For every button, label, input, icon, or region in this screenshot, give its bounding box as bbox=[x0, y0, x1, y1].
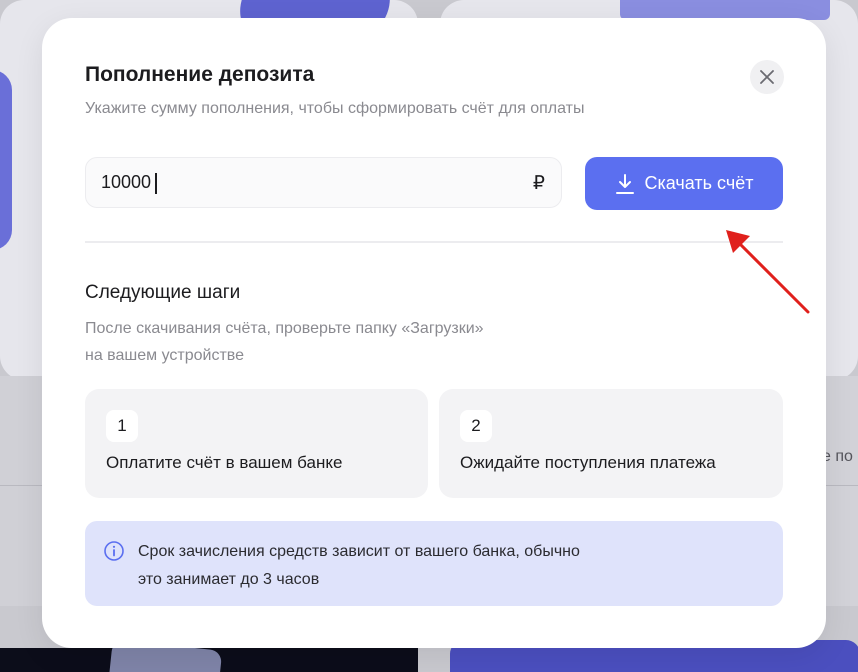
close-button[interactable] bbox=[750, 60, 784, 94]
step-number: 2 bbox=[460, 410, 492, 442]
download-invoice-button[interactable]: Скачать счёт bbox=[585, 157, 783, 210]
background-illustration bbox=[620, 0, 830, 20]
currency-symbol: ₽ bbox=[532, 173, 545, 194]
modal-title: Пополнение депозита bbox=[85, 63, 315, 86]
info-text-line: это занимает до 3 часов bbox=[138, 571, 320, 588]
info-icon bbox=[104, 541, 124, 561]
text-caret bbox=[155, 173, 157, 194]
step-card: 2 Ожидайте поступления платежа bbox=[439, 389, 783, 498]
section-divider bbox=[85, 241, 783, 243]
background-illustration bbox=[0, 70, 12, 250]
download-button-label: Скачать счёт bbox=[644, 173, 754, 193]
amount-input[interactable] bbox=[101, 158, 521, 207]
next-steps-title: Следующие шаги bbox=[85, 282, 241, 303]
download-icon bbox=[615, 173, 634, 194]
info-text-line: Срок зачисления средств зависит от вашег… bbox=[138, 543, 580, 560]
info-notice: Срок зачисления средств зависит от вашег… bbox=[85, 521, 783, 606]
background-partial-text: е по bbox=[822, 448, 853, 465]
next-steps-description-line: на вашем устройстве bbox=[85, 347, 245, 364]
info-text: Срок зачисления средств зависит от вашег… bbox=[138, 538, 738, 594]
next-steps-description-line: После скачивания счёта, проверьте папку … bbox=[85, 320, 484, 337]
step-text: Ожидайте поступления платежа bbox=[460, 453, 716, 472]
deposit-modal: Пополнение депозита Укажите сумму пополн… bbox=[42, 18, 826, 648]
modal-subtitle: Укажите сумму пополнения, чтобы сформиро… bbox=[85, 100, 585, 117]
step-text: Оплатите счёт в вашем банке bbox=[106, 453, 343, 472]
amount-field[interactable]: ₽ bbox=[85, 157, 562, 208]
step-number: 1 bbox=[106, 410, 138, 442]
close-icon bbox=[760, 70, 774, 84]
next-steps-description: После скачивания счёта, проверьте папку … bbox=[85, 315, 605, 369]
step-card: 1 Оплатите счёт в вашем банке bbox=[85, 389, 428, 498]
annotation-arrow-icon bbox=[726, 230, 810, 314]
